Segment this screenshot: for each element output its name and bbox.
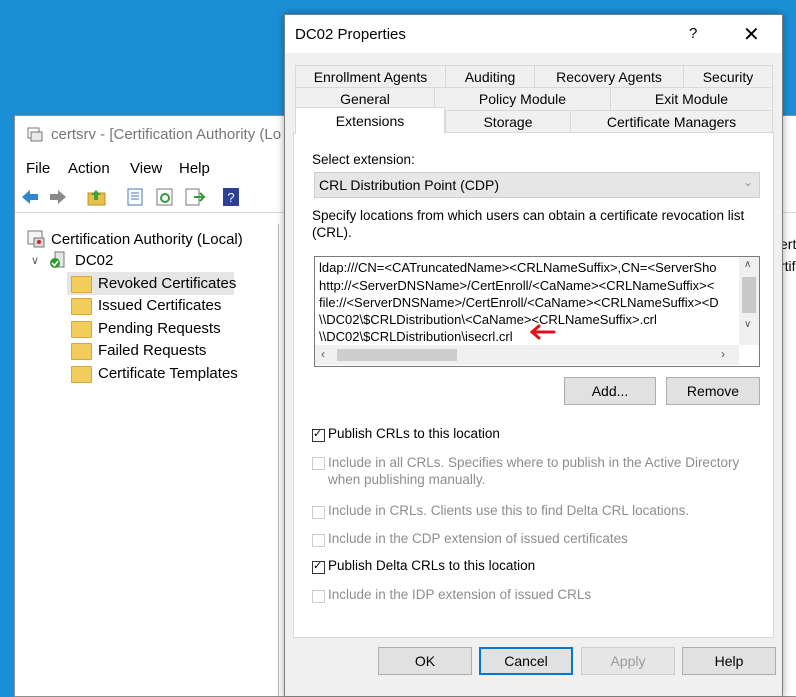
publish-delta-crls-label: Publish Delta CRLs to this location — [328, 558, 536, 573]
include-in-crls-label: Include in CRLs. Clients use this to fin… — [328, 503, 690, 518]
tree-item-revoked-selected[interactable]: Revoked Certificates — [67, 272, 237, 295]
refresh-icon[interactable] — [155, 188, 175, 206]
export-list-icon[interactable] — [185, 188, 206, 206]
menu-file[interactable]: File — [26, 160, 50, 177]
tab-enrollment-agents[interactable]: Enrollment Agents — [295, 65, 446, 89]
extensions-panel: Select extension: CRL Distribution Point… — [293, 132, 774, 638]
publish-delta-crls-checkbox[interactable]: ✓ — [312, 560, 325, 574]
console-tree: Certification Authority (Local) ∨ DC02 R… — [23, 224, 279, 696]
forward-arrow-icon[interactable] — [48, 188, 68, 206]
crl-locations-list[interactable]: ldap:///CN=<CATruncatedName><CRLNameSuff… — [314, 256, 760, 367]
include-all-crls-label: Include in all CRLs. Specifies where to … — [328, 455, 740, 487]
vertical-scrollbar[interactable]: ∧ ∨ — [739, 257, 759, 345]
tree-item-dc02[interactable]: DC02 — [75, 252, 113, 269]
horizontal-scroll-thumb[interactable] — [337, 349, 457, 361]
tree-item-revoked-certificates: Revoked Certificates — [98, 275, 237, 292]
tree-item-pending-requests[interactable]: Pending Requests — [98, 320, 221, 337]
folder-icon — [71, 366, 92, 383]
tree-item-certificate-templates[interactable]: Certificate Templates — [98, 365, 238, 382]
chevron-down-icon[interactable]: ∨ — [31, 254, 39, 267]
menu-action[interactable]: Action — [68, 160, 110, 177]
include-idp-label: Include in the IDP extension of issued C… — [328, 587, 592, 602]
tab-security[interactable]: Security — [683, 65, 773, 89]
menu-help[interactable]: Help — [179, 160, 210, 177]
help-button[interactable]: Help — [682, 647, 776, 675]
extension-select[interactable]: CRL Distribution Point (CDP) ⌄ — [314, 172, 760, 198]
chevron-down-icon: ⌄ — [742, 175, 753, 189]
back-arrow-icon[interactable] — [20, 188, 40, 206]
extension-select-value: CRL Distribution Point (CDP) — [319, 177, 499, 193]
tab-certificate-managers[interactable]: Certificate Managers — [570, 110, 773, 134]
remove-button[interactable]: Remove — [666, 377, 760, 405]
cancel-button[interactable]: Cancel — [479, 647, 573, 675]
tab-policy-module[interactable]: Policy Module — [434, 87, 611, 111]
tab-recovery-agents[interactable]: Recovery Agents — [534, 65, 684, 89]
include-in-crls-checkbox[interactable] — [312, 506, 325, 519]
folder-icon — [71, 298, 92, 315]
help-question-icon[interactable]: ? — [689, 25, 697, 42]
publish-crls-checkbox[interactable]: ✓ — [312, 428, 325, 442]
apply-button[interactable]: Apply — [581, 647, 675, 675]
dialog-title: DC02 Properties — [295, 26, 406, 43]
red-arrow-icon — [528, 324, 556, 343]
location-item[interactable]: http://<ServerDNSName>/CertEnroll/<CaNam… — [319, 278, 714, 293]
publish-crls-label: Publish CRLs to this location — [328, 426, 500, 441]
location-item[interactable]: \\DC02\$CRLDistribution\isecrl.crl — [319, 329, 513, 344]
certsrv-title: certsrv - [Certification Authority (Lo — [51, 126, 282, 143]
tab-storage[interactable]: Storage — [445, 110, 571, 134]
menu-view[interactable]: View — [130, 160, 162, 177]
svg-text:?: ? — [227, 190, 234, 205]
location-item[interactable]: \\DC02\$CRLDistribution\<CaName><CRLName… — [319, 312, 657, 327]
select-extension-label: Select extension: — [312, 152, 415, 167]
include-idp-checkbox[interactable] — [312, 590, 325, 603]
ca-root-icon — [27, 230, 45, 251]
tree-item-ca-root[interactable]: Certification Authority (Local) — [51, 231, 243, 248]
horizontal-scrollbar[interactable]: ‹ › — [315, 345, 739, 365]
add-button[interactable]: Add... — [564, 377, 656, 405]
tab-exit-module[interactable]: Exit Module — [610, 87, 773, 111]
include-all-crls-checkbox[interactable] — [312, 457, 325, 470]
up-folder-icon[interactable] — [87, 188, 107, 206]
ok-button[interactable]: OK — [378, 647, 472, 675]
tree-item-issued-certificates[interactable]: Issued Certificates — [98, 297, 221, 314]
locations-description: Specify locations from which users can o… — [312, 208, 745, 240]
server-check-icon — [49, 251, 67, 272]
properties-sheet-icon[interactable] — [125, 188, 145, 206]
scroll-up-icon[interactable]: ∧ — [744, 259, 751, 270]
scroll-down-icon[interactable]: ∨ — [744, 319, 751, 330]
help-icon[interactable]: ? — [221, 188, 241, 206]
dialog-titlebar[interactable]: DC02 Properties ? ✕ — [285, 15, 782, 53]
include-cdp-checkbox[interactable] — [312, 534, 325, 547]
properties-dialog: DC02 Properties ? ✕ Enrollment Agents Au… — [284, 14, 783, 697]
vertical-scroll-thumb[interactable] — [742, 277, 756, 313]
tab-auditing[interactable]: Auditing — [445, 65, 535, 89]
tree-item-failed-requests[interactable]: Failed Requests — [98, 342, 206, 359]
location-item[interactable]: ldap:///CN=<CATruncatedName><CRLNameSuff… — [319, 260, 717, 275]
tab-extensions[interactable]: Extensions — [295, 107, 445, 135]
scroll-left-icon[interactable]: ‹ — [321, 347, 325, 361]
folder-icon — [71, 276, 92, 293]
location-item[interactable]: file://<ServerDNSName>/CertEnroll/<CaNam… — [319, 295, 719, 310]
scroll-right-icon[interactable]: › — [721, 347, 725, 361]
certsrv-app-icon — [27, 126, 43, 142]
folder-icon — [71, 343, 92, 360]
include-cdp-label: Include in the CDP extension of issued c… — [328, 531, 628, 546]
folder-icon — [71, 321, 92, 338]
close-icon[interactable]: ✕ — [743, 22, 760, 47]
